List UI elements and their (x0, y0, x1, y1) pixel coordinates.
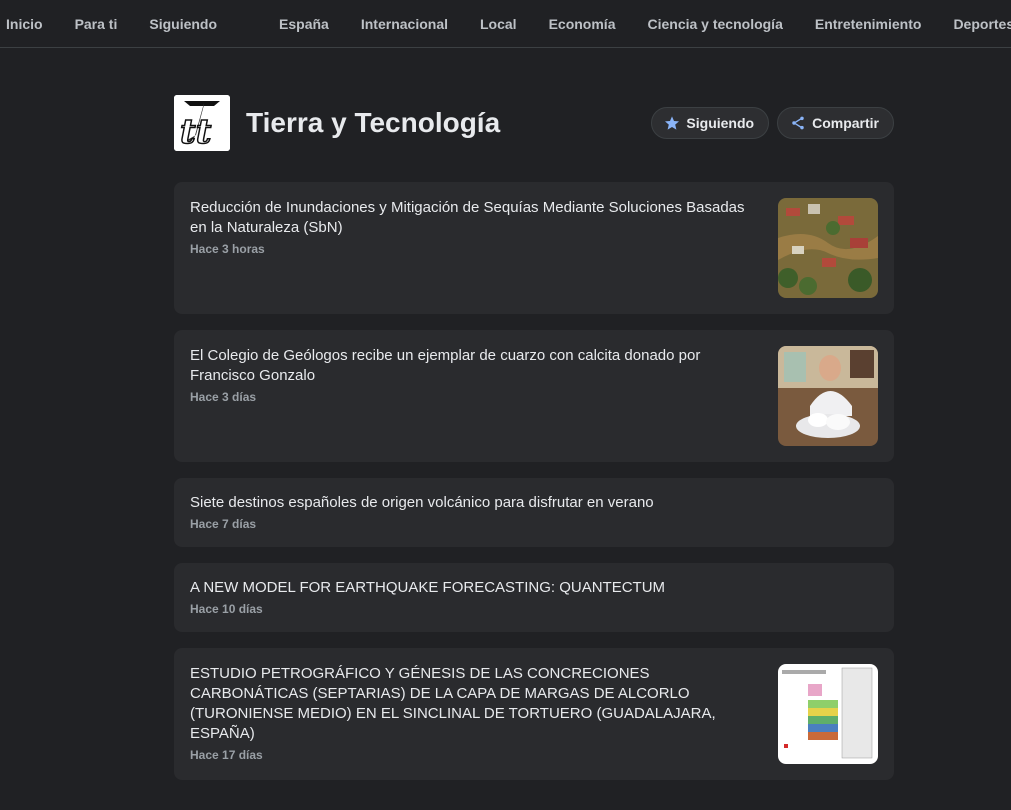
nav-item-inicio[interactable]: Inicio (0, 0, 59, 47)
article-headline[interactable]: A NEW MODEL FOR EARTHQUAKE FORECASTING: … (190, 578, 854, 598)
article-text: A NEW MODEL FOR EARTHQUAKE FORECASTING: … (190, 578, 878, 616)
nav-section-espana[interactable]: España (263, 0, 345, 47)
svg-text:tt: tt (180, 112, 212, 151)
nav-section-entretenimiento[interactable]: Entretenimiento (799, 0, 938, 47)
article-text: ESTUDIO PETROGRÁFICO Y GÉNESIS DE LAS CO… (190, 664, 778, 764)
nav-section-ciencia-tecnologia[interactable]: Ciencia y tecnología (631, 0, 798, 47)
article-card[interactable]: El Colegio de Geólogos recibe un ejempla… (174, 330, 894, 462)
article-text: Siete destinos españoles de origen volcá… (190, 493, 878, 531)
article-time: Hace 17 días (190, 748, 263, 762)
article-card[interactable]: A NEW MODEL FOR EARTHQUAKE FORECASTING: … (174, 563, 894, 632)
share-label: Compartir (812, 115, 879, 131)
nav-item-para-ti[interactable]: Para ti (59, 0, 134, 47)
article-thumbnail-flood[interactable] (778, 198, 878, 298)
share-icon (792, 116, 804, 130)
nav-item-siguiendo[interactable]: Siguiendo (133, 0, 233, 47)
article-time: Hace 3 horas (190, 242, 265, 256)
article-text: Reducción de Inundaciones y Mitigación d… (190, 198, 778, 298)
following-button[interactable]: Siguiendo (651, 107, 770, 139)
article-text: El Colegio de Geólogos recibe un ejempla… (190, 346, 778, 446)
article-time: Hace 7 días (190, 517, 257, 531)
share-button[interactable]: Compartir (777, 107, 894, 139)
source-title: Tierra y Tecnología (246, 107, 501, 138)
source-header: tt Tierra y Tecnología Siguiendo Compart… (174, 95, 894, 151)
main-content: tt Tierra y Tecnología Siguiendo Compart… (174, 95, 894, 780)
article-thumbnail-quartz[interactable] (778, 346, 878, 446)
article-card[interactable]: ESTUDIO PETROGRÁFICO Y GÉNESIS DE LAS CO… (174, 648, 894, 780)
nav-section-internacional[interactable]: Internacional (345, 0, 464, 47)
article-time: Hace 3 días (190, 390, 257, 404)
following-label: Siguiendo (686, 115, 755, 131)
article-headline[interactable]: El Colegio de Geólogos recibe un ejempla… (190, 346, 754, 386)
article-card[interactable]: Reducción de Inundaciones y Mitigación d… (174, 182, 894, 314)
nav-section-deportes[interactable]: Deportes (937, 0, 1011, 47)
top-navigation: Inicio Para ti Siguiendo España Internac… (0, 0, 1011, 48)
article-thumbnail-geologic-figure[interactable] (778, 664, 878, 764)
article-card[interactable]: Siete destinos españoles de origen volcá… (174, 478, 894, 547)
article-headline[interactable]: Reducción de Inundaciones y Mitigación d… (190, 198, 754, 238)
article-time: Hace 10 días (190, 602, 263, 616)
star-icon (665, 116, 680, 130)
nav-section-economia[interactable]: Economía (533, 0, 632, 47)
article-headline[interactable]: ESTUDIO PETROGRÁFICO Y GÉNESIS DE LAS CO… (190, 664, 754, 744)
source-logo: tt (174, 95, 230, 151)
article-headline[interactable]: Siete destinos españoles de origen volcá… (190, 493, 854, 513)
nav-section-local[interactable]: Local (464, 0, 533, 47)
